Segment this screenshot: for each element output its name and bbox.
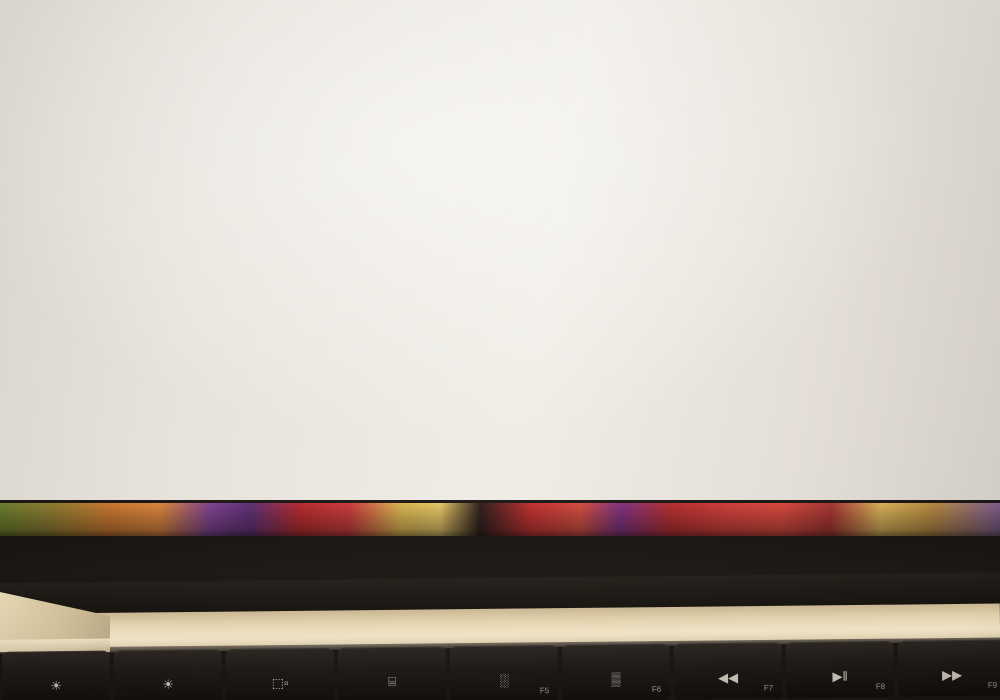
range-button-30d[interactable]: 30d (351, 277, 419, 307)
trend-list-row[interactable]: 3 #WhyDon (867, 200, 1000, 252)
trend-name-label[interactable]: 裏垢のヤパ (905, 263, 990, 289)
dot-icon (398, 287, 407, 296)
stat-value-current-rank: #27 (46, 121, 83, 147)
trend-list-row[interactable]: 5 Hobi (867, 300, 1000, 352)
key-fn-label: F6 (651, 684, 662, 694)
range-button-24h[interactable]: 24h (180, 273, 261, 313)
key-fn-label: F8 (875, 682, 886, 692)
trend-detail-card: PEI MING Worldwide #27 trending now Under… (23, 39, 838, 486)
range-button-year[interactable]: Year (432, 276, 506, 306)
key-glyph-icon: ⌸ (388, 673, 397, 689)
trend-name-label[interactable]: 推しの死 (904, 113, 973, 138)
laptop-photo: PEI MING Worldwide #27 trending now Under… (0, 0, 1000, 700)
keyboard-key-f4[interactable]: ⌸ (337, 646, 447, 700)
stat-value-other-locations[interactable]: 6 (579, 118, 739, 145)
stat-note-tweet-volume: Under 10K tweets (46, 173, 151, 189)
range-button-7d-label: 7d (290, 283, 309, 301)
trend-list-row[interactable]: 4 裏垢のヤパ (867, 250, 1000, 302)
key-glyph-icon: ☀ (50, 677, 63, 693)
key-fn-label: F7 (763, 683, 774, 693)
key-glyph-icon: ▶‖ (832, 668, 848, 684)
range-button-year-label: Year (444, 282, 479, 300)
key-glyph-icon: ◀◀ (717, 669, 739, 685)
trends-list-title: Tr (866, 34, 1000, 102)
laptop-keyboard: ☀ ☀ ⬚▫ ⌸ ░ F5 ▒ F6 ◀◀ F7 ▶‖ F8 ▶▶ F9 (0, 627, 1000, 700)
keyboard-key-f7[interactable]: ◀◀ F7 (673, 642, 783, 700)
trends-list: 1 推しの死 2 Mark Mea 3 #WhyDon 4 裏垢のヤパ 5 Hobi 6 #CallT… (866, 100, 1000, 452)
dot-icon (486, 287, 495, 296)
trend-list-row[interactable]: 7 Pino Sola (868, 400, 1000, 452)
background-page-strip: 叶咲会议网络质量还好吗？ (0, 486, 1000, 500)
dust-speck (636, 446, 639, 449)
timezone-label[interactable]: UTC Time (542, 281, 614, 299)
trend-rank-number: 3 (879, 217, 889, 235)
trend-rank-number: 1 (878, 117, 888, 135)
stat-trending-now: #27 trending now Under 10K tweets (46, 121, 150, 191)
trend-list-row[interactable]: 6 #CallThe (867, 350, 1000, 402)
keyboard-key-f9[interactable]: ▶▶ F9 (897, 639, 1000, 697)
range-button-24h-label: 24h (198, 283, 227, 301)
stat-other-locations: 6 seen in other locations (579, 118, 739, 168)
thumbnail-image (40, 486, 76, 500)
keyboard-key-f1[interactable]: ☀ (1, 650, 111, 700)
keyboard-key-f8[interactable]: ▶‖ F8 (785, 640, 895, 699)
trend-name-label[interactable]: Mark Mea (905, 166, 981, 186)
key-glyph-icon: ⬚▫ (271, 674, 289, 691)
key-glyph-icon: ░ (499, 672, 509, 688)
trend-rank-number: 2 (878, 167, 888, 185)
dust-speck (454, 369, 458, 372)
stat-note-highest-rank-time[interactable]: 2 hours ago (314, 170, 405, 191)
trending-rank-label: Trending rank: (47, 284, 159, 302)
chart-line-layer (770, 398, 838, 486)
range-button-7d[interactable]: 7d (278, 277, 337, 307)
trend-rank-number: 6 (880, 367, 890, 385)
trending-rank-controls: Trending rank: 24h 7d 30d Year UTC Time (47, 268, 614, 315)
stat-value-highest-rank: #19 (313, 120, 350, 146)
stat-label-other-locations: seen in other locations (579, 146, 740, 165)
page-title: PEI MING Worldwide (45, 65, 835, 100)
stat-label-current-rank: trending now (46, 150, 139, 168)
stat-highest-rank: #19 highest rank 2 hours ago (313, 120, 404, 191)
key-fn-label: F5 (539, 686, 550, 696)
trend-rank-number: 7 (880, 417, 890, 435)
keyboard-key-f6[interactable]: ▒ F6 (561, 643, 671, 700)
rank-chart[interactable] (24, 317, 838, 486)
trend-list-row[interactable]: 1 推しの死 (866, 100, 1000, 152)
trend-name-label[interactable]: #WhyDon (905, 216, 984, 236)
trend-rank-number: 5 (879, 317, 889, 335)
stat-label-highest-rank: highest rank (313, 148, 401, 167)
key-glyph-icon: ▶▶ (941, 666, 963, 682)
trend-name-label[interactable]: Pino Sola (906, 416, 979, 436)
key-glyph-icon: ☀ (162, 676, 175, 692)
key-glyph-icon: ▒ (611, 670, 621, 686)
list-item[interactable]: 叶咲会议网络质量还好吗？ (40, 486, 254, 500)
key-fn-label: F9 (987, 680, 998, 690)
trend-name: PEI MING (45, 70, 160, 99)
keyboard-key-f5[interactable]: ░ F5 (449, 645, 559, 700)
dot-icon (316, 288, 325, 297)
keyboard-key-f2[interactable]: ☀ (113, 649, 223, 700)
trend-list-row[interactable]: 2 Mark Mea (866, 150, 1000, 202)
trend-name-label[interactable]: #CallThe (906, 366, 977, 386)
card-header: PEI MING Worldwide (23, 39, 835, 100)
trend-rank-number: 4 (879, 267, 889, 285)
keyboard-key-f3[interactable]: ⬚▫ (225, 647, 335, 700)
trends-list-card: Tr 1 推しの死 2 Mark Mea 3 #WhyDon 4 裏垢のヤパ 5 Hobi 6 #Ca… (866, 34, 1000, 482)
range-button-30d-label: 30d (362, 282, 391, 300)
background-item-text: 叶咲会议网络质量还好吗？ (86, 489, 255, 501)
trend-scope: Worldwide (165, 69, 282, 99)
stats-row: #27 trending now Under 10K tweets #19 hi… (23, 117, 835, 206)
rank-line-path (770, 398, 838, 486)
trend-name-label[interactable]: Hobi (906, 316, 941, 336)
laptop-screen: PEI MING Worldwide #27 trending now Under… (0, 0, 1000, 500)
dot-icon (234, 288, 243, 297)
